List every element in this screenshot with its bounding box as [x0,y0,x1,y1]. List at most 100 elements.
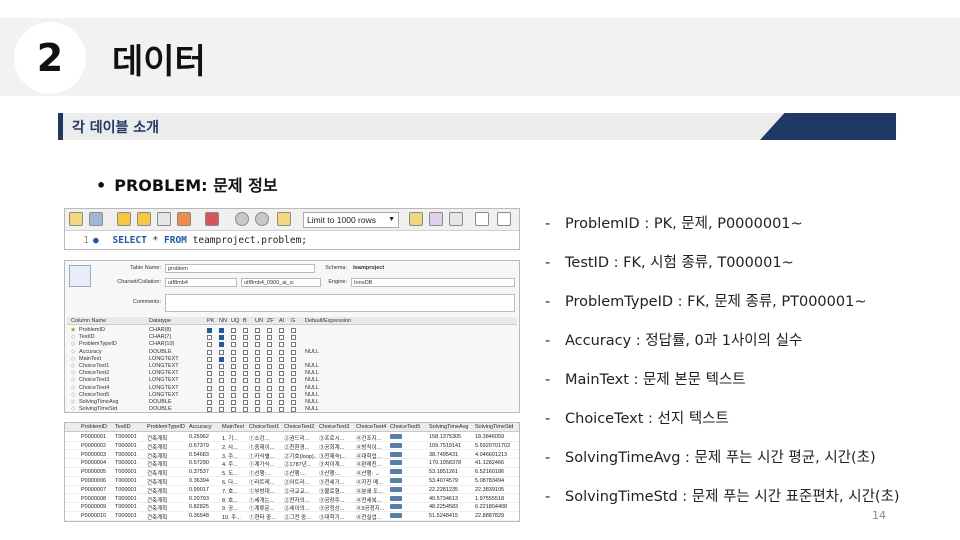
result-cell[interactable]: ④건조지... [356,434,388,442]
result-cell[interactable]: ②전자의... [284,496,317,504]
result-cell[interactable]: P0000009 [81,504,113,510]
result-cell-blob[interactable] [390,495,427,503]
result-cell[interactable]: 건축계획 [147,469,187,477]
column-flag-checkbox[interactable] [219,371,224,377]
result-header-cell[interactable]: SolvingTimeAvg [429,424,468,430]
result-cell[interactable]: P0000001 [81,434,113,440]
column-flag-checkbox[interactable] [231,342,236,348]
result-cell[interactable]: ③불로형... [319,487,354,495]
column-row[interactable]: ◇ ChoiceText3 LONGTEXT NULL [67,377,517,384]
column-flag-checkbox[interactable] [279,364,284,369]
result-header-cell[interactable]: MainText [222,424,244,430]
result-cell[interactable]: ②아트라... [284,478,317,486]
result-cell[interactable]: ②극교교... [284,487,317,495]
column-row[interactable]: ◇ ProblemTypeID CHAR(10) [67,341,517,348]
result-cell[interactable]: ①부방대... [249,487,282,495]
charset-select[interactable]: utf8mb4 [165,278,237,287]
column-grid-header-cell[interactable]: PK [207,318,214,324]
find-icon[interactable] [449,212,463,226]
column-flag-checkbox[interactable] [279,400,284,405]
result-cell[interactable]: T000001 [115,452,145,458]
column-flag-checkbox[interactable] [279,371,284,377]
beautify-icon[interactable] [429,212,443,226]
result-cell[interactable]: 53.4074579 [429,478,473,484]
commit-icon[interactable] [235,212,249,226]
column-flag-checkbox[interactable] [291,407,296,413]
result-cell[interactable]: 6.52160186 [475,469,519,475]
result-cell[interactable]: ④3공정지... [356,504,388,512]
column-flag-checkbox[interactable] [255,392,260,398]
column-flag-checkbox[interactable] [255,371,260,377]
result-cell[interactable]: 2. 사... [222,443,247,451]
result-cell[interactable]: 8. 호... [222,496,247,504]
result-cell[interactable]: 0.36548 [189,513,220,519]
result-cell[interactable]: 170.1958378 [429,460,473,466]
result-cell[interactable]: ②1787년... [284,460,317,468]
column-flag-checkbox[interactable] [207,385,212,391]
column-flag-checkbox[interactable] [291,378,296,384]
result-cell[interactable]: ③공회계... [319,443,354,451]
result-cell[interactable]: ④대학업... [356,452,388,460]
column-flag-checkbox[interactable] [267,342,272,348]
result-cell-blob[interactable] [390,513,427,520]
column-flag-checkbox[interactable] [219,328,224,333]
column-row[interactable]: ◇ ChoiceText5 LONGTEXT NULL [67,392,517,399]
bookmark-icon[interactable] [409,212,423,226]
result-cell[interactable]: 건축계획 [147,434,187,442]
result-cell[interactable]: 건축계획 [147,496,187,504]
column-flag-checkbox[interactable] [291,392,296,398]
result-cell[interactable]: ③전세기... [319,478,354,486]
result-cell[interactable]: 건축계획 [147,504,187,512]
column-flag-checkbox[interactable] [243,328,248,333]
result-cell[interactable]: 18.3846059 [475,434,519,440]
column-flag-checkbox[interactable] [255,342,260,348]
column-flag-checkbox[interactable] [231,328,236,333]
result-cell-blob[interactable] [390,478,427,485]
column-flag-checkbox[interactable] [291,400,296,405]
result-cell[interactable]: ①중재이... [249,443,282,451]
column-grid-header-cell[interactable]: B [243,318,247,324]
column-grid-header-cell[interactable]: NN [219,318,227,324]
column-flag-checkbox[interactable] [291,342,296,348]
column-flag-checkbox[interactable] [255,349,260,355]
result-cell[interactable]: T000001 [115,434,145,440]
result-cell[interactable]: 4. 주... [222,460,247,468]
column-row[interactable]: ◇ ChoiceText4 LONGTEXT NULL [67,385,517,392]
result-row[interactable]: P0000010 T000001 건축계획 0.36548 10. 주... ①현터 중.… [65,512,519,521]
result-row[interactable]: P0000005 T000001 건축계획 0.37537 5. 도... ①선행:...… [65,468,519,477]
result-cell[interactable]: 10. 주... [222,513,247,521]
result-cell[interactable]: T000001 [115,496,145,502]
result-cell-blob[interactable] [390,469,427,476]
result-cell-blob[interactable] [390,451,427,459]
result-cell[interactable]: 5.5920701702 [475,443,519,449]
result-cell[interactable]: P0000005 [81,469,113,475]
result-header-cell[interactable]: SolvingTimeStd [475,424,513,430]
column-flag-checkbox[interactable] [291,328,296,333]
result-row[interactable]: P0000004 T000001 건축계획 0.57290 4. 주... ①계가식...… [65,459,519,468]
column-flag-checkbox[interactable] [243,385,248,391]
result-cell[interactable]: ③전제숙(... [319,452,354,460]
column-row[interactable]: ◇ SolvingTimeStd DOUBLE NULL [67,406,517,413]
column-flag-checkbox[interactable] [207,392,212,398]
column-flag-checkbox[interactable] [243,407,248,413]
result-cell[interactable]: 3. 주... [222,452,247,460]
column-flag-checkbox[interactable] [291,349,296,355]
result-header-cell[interactable]: ChoiceText4 [356,424,386,430]
column-flag-checkbox[interactable] [267,328,272,333]
column-flag-checkbox[interactable] [267,407,272,413]
column-flag-checkbox[interactable] [279,349,284,355]
result-cell[interactable]: 0.82825 [189,504,220,510]
column-flag-checkbox[interactable] [267,378,272,384]
result-header-cell[interactable]: Accuracy [189,424,212,430]
limit-rows-select[interactable]: Limit to 1000 rows ▼ [303,212,399,228]
result-cell[interactable]: ④전세복... [356,496,388,504]
wrap-lines-icon[interactable] [497,212,511,226]
column-flag-checkbox[interactable] [219,349,224,355]
execute-icon[interactable] [117,212,131,226]
result-cell[interactable]: 건축계획 [147,487,187,495]
result-cell-blob[interactable] [390,442,427,450]
column-flag-checkbox[interactable] [291,371,296,377]
column-flag-checkbox[interactable] [279,385,284,391]
column-flag-checkbox[interactable] [243,356,248,362]
column-row[interactable]: ◆ ProblemID CHAR(8) [67,327,517,334]
